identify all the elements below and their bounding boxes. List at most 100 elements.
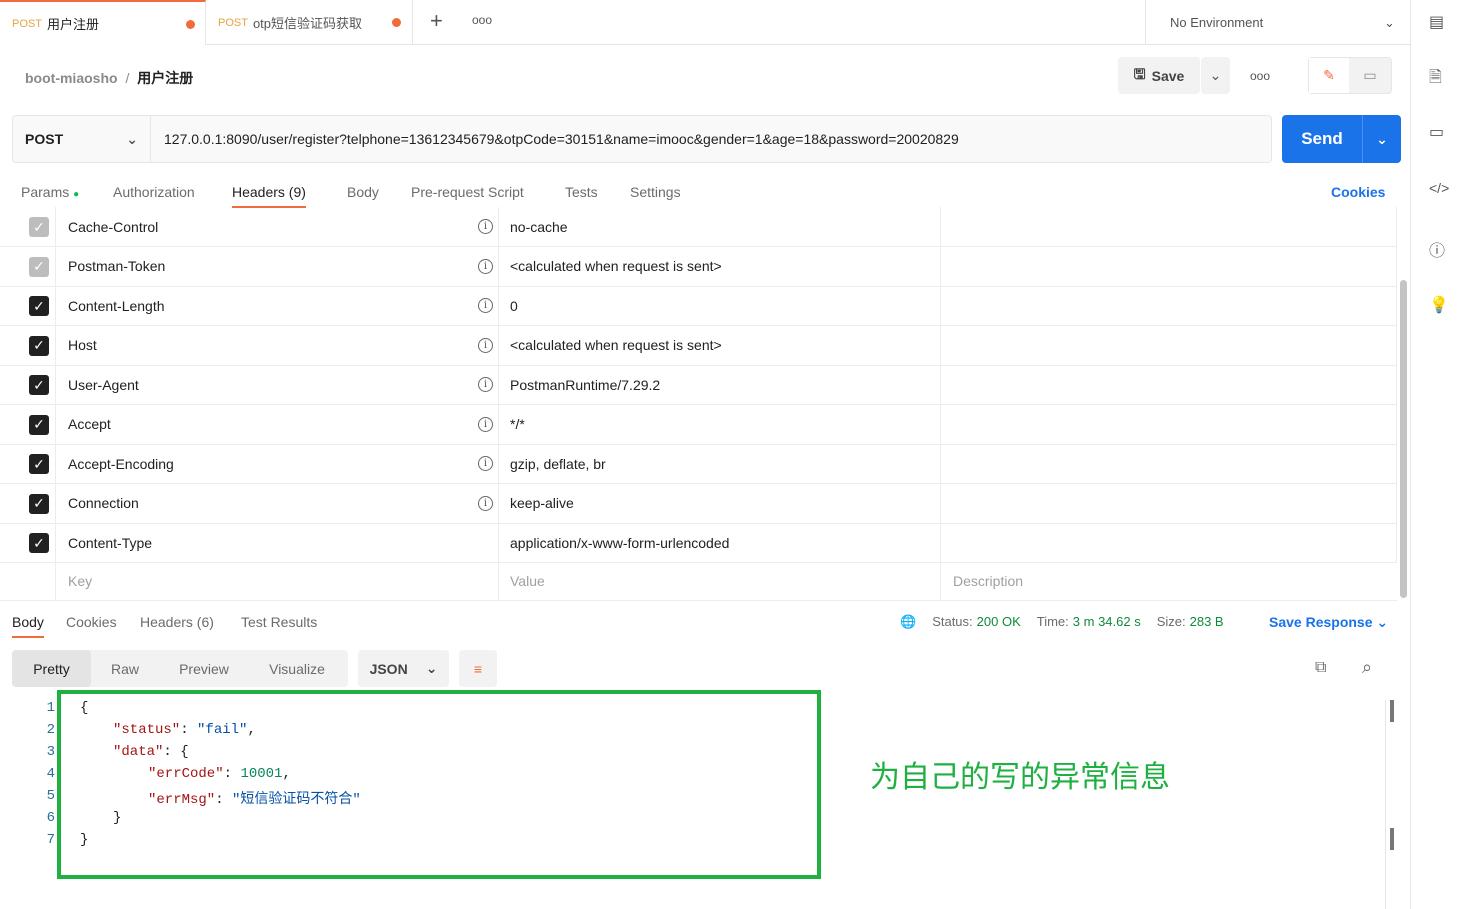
header-description[interactable] xyxy=(940,325,1397,365)
header-value[interactable]: 0 xyxy=(498,286,940,325)
header-checkbox[interactable]: ✓ xyxy=(29,335,49,356)
header-value[interactable]: */* xyxy=(498,404,940,444)
header-key[interactable]: User-Agent xyxy=(55,365,498,404)
cookies-link[interactable]: Cookies xyxy=(1331,184,1385,200)
tab-otp[interactable]: POST otp短信验证码获取 xyxy=(206,0,413,45)
header-checkbox[interactable]: ✓ xyxy=(29,454,49,474)
new-tab-plus-icon[interactable]: + xyxy=(430,8,443,34)
method-select[interactable]: POST ⌄ xyxy=(13,116,151,162)
header-key[interactable]: Content-Length xyxy=(55,286,498,325)
response-time: 3 m 34.62 s xyxy=(1072,614,1141,629)
view-toggle: ✎ ▭ xyxy=(1308,57,1392,94)
breadcrumb: boot-miaosho / 用户注册 xyxy=(25,70,194,86)
header-description[interactable] xyxy=(940,444,1397,483)
view-pretty[interactable]: Pretty xyxy=(12,650,91,687)
view-preview[interactable]: Preview xyxy=(159,661,249,677)
header-key[interactable]: Host xyxy=(55,325,498,365)
edit-pencil-icon[interactable]: ✎ xyxy=(1309,58,1349,93)
save-label: Save xyxy=(1151,67,1185,84)
response-size: 283 B xyxy=(1189,614,1224,629)
wrap-lines-icon[interactable]: ≡ xyxy=(459,650,497,687)
header-checkbox[interactable]: ✓ xyxy=(29,256,49,277)
header-description[interactable] xyxy=(940,365,1397,404)
comment-icon[interactable]: ▭ xyxy=(1349,67,1391,84)
tab-body[interactable]: Body xyxy=(347,184,379,200)
header-checkbox[interactable]: ✓ xyxy=(29,296,49,316)
tab-settings[interactable]: Settings xyxy=(630,184,681,200)
tab-params[interactable]: Params ● xyxy=(21,184,79,200)
code-icon[interactable]: </> xyxy=(1429,180,1449,196)
send-button[interactable]: Send ⌄ xyxy=(1282,115,1401,163)
search-icon[interactable]: ⌕ xyxy=(1362,657,1372,678)
environment-select[interactable]: No Environment ⌄ xyxy=(1145,0,1410,45)
value-placeholder[interactable]: Value xyxy=(498,562,940,600)
lightbulb-icon[interactable]: 💡 xyxy=(1429,295,1449,315)
editor-scroll-marker[interactable] xyxy=(1390,828,1394,850)
description-placeholder[interactable]: Description xyxy=(940,562,1397,600)
tab-headers[interactable]: Headers (9) xyxy=(232,184,306,208)
tab-test-results[interactable]: Test Results xyxy=(241,614,317,630)
header-checkbox[interactable]: ✓ xyxy=(29,414,49,435)
tab-response-headers[interactable]: Headers (6) xyxy=(140,614,214,630)
info-icon[interactable]: i xyxy=(478,258,493,274)
header-description[interactable] xyxy=(940,523,1397,562)
header-value[interactable]: no-cache xyxy=(498,207,940,246)
editor-scroll-marker[interactable] xyxy=(1390,700,1394,722)
send-dropdown-icon[interactable]: ⌄ xyxy=(1362,115,1401,163)
environment-quick-look-icon[interactable]: ▤ xyxy=(1429,12,1444,32)
header-key[interactable]: Connection xyxy=(55,483,498,523)
tab-response-cookies[interactable]: Cookies xyxy=(66,614,117,630)
header-checkbox[interactable]: ✓ xyxy=(29,217,49,237)
copy-icon[interactable]: ⧉ xyxy=(1315,659,1326,677)
breadcrumb-collection[interactable]: boot-miaosho xyxy=(25,70,118,86)
view-raw[interactable]: Raw xyxy=(91,661,159,677)
info-icon[interactable]: i xyxy=(478,456,493,471)
save-dropdown-button[interactable]: ⌄ xyxy=(1201,57,1230,94)
header-description[interactable] xyxy=(940,286,1397,325)
tab-response-body[interactable]: Body xyxy=(12,614,44,638)
tab-tests[interactable]: Tests xyxy=(565,184,598,200)
tab-register[interactable]: POST 用户注册 xyxy=(0,0,206,45)
header-value[interactable]: gzip, deflate, br xyxy=(498,444,940,483)
info-icon[interactable]: ⓘ xyxy=(1429,237,1445,261)
save-button[interactable]: 🖫 Save xyxy=(1118,57,1200,94)
header-value[interactable]: PostmanRuntime/7.29.2 xyxy=(498,365,940,404)
documentation-icon[interactable]: 🗎 xyxy=(1429,66,1442,93)
more-tabs-icon[interactable]: ooo xyxy=(472,13,492,27)
info-icon[interactable]: i xyxy=(478,298,493,313)
info-icon[interactable]: i xyxy=(478,495,493,511)
header-value[interactable]: application/x-www-form-urlencoded xyxy=(498,523,940,562)
header-value[interactable]: <calculated when request is sent> xyxy=(498,325,940,365)
comments-icon[interactable]: ▭ xyxy=(1429,122,1444,142)
header-checkbox[interactable]: ✓ xyxy=(29,493,49,514)
info-icon[interactable]: i xyxy=(478,219,493,234)
header-value[interactable]: keep-alive xyxy=(498,483,940,523)
header-key[interactable]: Accept-Encoding xyxy=(55,444,498,483)
header-checkbox[interactable]: ✓ xyxy=(29,375,49,395)
key-placeholder[interactable]: Key xyxy=(55,562,498,600)
header-description[interactable] xyxy=(940,404,1397,444)
line-number: 4 xyxy=(46,766,55,782)
view-visualize[interactable]: Visualize xyxy=(249,661,345,677)
scrollbar[interactable] xyxy=(1400,280,1407,598)
header-key[interactable]: Accept xyxy=(55,404,498,444)
info-icon[interactable]: i xyxy=(478,377,493,392)
format-select[interactable]: JSON ⌄ xyxy=(358,650,449,687)
header-key[interactable]: Cache-Control xyxy=(55,207,498,246)
header-row: ✓ User-Agent i PostmanRuntime/7.29.2 xyxy=(0,365,1397,405)
header-value[interactable]: <calculated when request is sent> xyxy=(498,246,940,286)
header-description[interactable] xyxy=(940,483,1397,523)
more-options-icon[interactable]: ooo xyxy=(1250,69,1270,83)
header-description[interactable] xyxy=(940,246,1397,286)
header-key[interactable]: Content-Type xyxy=(55,523,498,562)
header-key[interactable]: Postman-Token xyxy=(55,246,498,286)
view-mode-group: Pretty Raw Preview Visualize xyxy=(12,650,348,687)
tab-pre-request-script[interactable]: Pre-request Script xyxy=(411,184,524,200)
url-input[interactable]: 127.0.0.1:8090/user/register?telphone=13… xyxy=(151,116,959,162)
tab-authorization[interactable]: Authorization xyxy=(113,184,195,200)
header-checkbox[interactable]: ✓ xyxy=(29,533,49,553)
header-description[interactable] xyxy=(940,207,1397,246)
save-response-button[interactable]: Save Response ⌄ xyxy=(1269,614,1388,631)
info-icon[interactable]: i xyxy=(478,337,493,353)
info-icon[interactable]: i xyxy=(478,416,493,432)
